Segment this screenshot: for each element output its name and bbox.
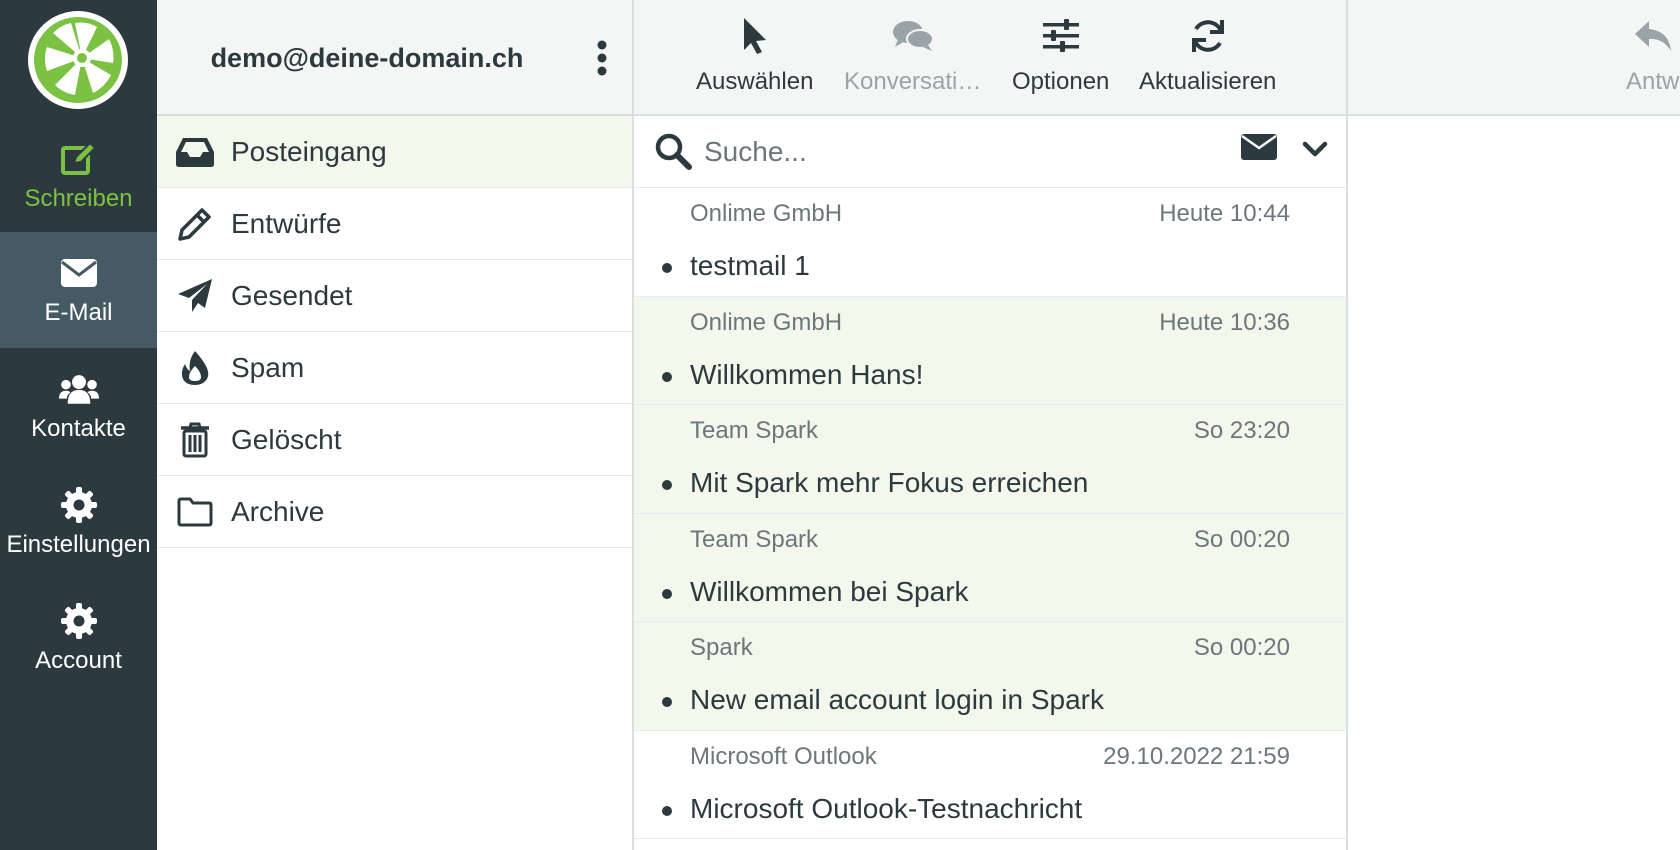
comments-icon <box>891 14 935 58</box>
folder-label: Spam <box>231 351 305 383</box>
options-label: Optionen <box>1012 68 1110 95</box>
folder-spam[interactable]: Spam <box>157 332 632 404</box>
select-button[interactable]: Auswählen <box>696 14 813 104</box>
message-row[interactable]: Onlime GmbH Heute 10:44 testmail 1 <box>634 188 1346 297</box>
envelope-icon[interactable] <box>1240 132 1282 172</box>
folder-sent[interactable]: Gesendet <box>157 260 632 332</box>
reply-button[interactable]: Antw <box>1626 14 1679 104</box>
message-sender: Spark <box>690 634 753 661</box>
message-sender: Onlime GmbH <box>690 308 843 336</box>
bullet-icon <box>662 480 672 490</box>
compose-icon <box>59 139 99 179</box>
search-bar <box>634 116 1346 188</box>
folder-list: Posteingang Entwürfe Gesendet Spam Gelös… <box>157 116 632 548</box>
folder-inbox[interactable]: Posteingang <box>157 116 632 188</box>
message-row[interactable]: Spark So 00:20 New email account login i… <box>634 622 1346 731</box>
search-icon <box>654 132 694 172</box>
folder-label: Archive <box>231 495 325 527</box>
message-subject: New email account login in Spark <box>690 684 1104 715</box>
conversations-label: Konversati… <box>844 68 982 95</box>
folder-label: Gelöscht <box>231 423 342 455</box>
pencil-icon <box>175 204 215 244</box>
conversations-button[interactable]: Konversati… <box>844 14 981 104</box>
fire-icon <box>175 348 215 388</box>
refresh-icon <box>1186 14 1230 58</box>
message-subject: Microsoft Outlook-Testnachricht <box>690 792 1083 824</box>
folder-label: Gesendet <box>231 279 353 311</box>
reading-toolbar: Antw <box>1348 0 1680 116</box>
nav-contacts-label: Kontakte <box>31 415 126 442</box>
refresh-label: Aktualisieren <box>1139 68 1277 95</box>
nav-compose[interactable]: Schreiben <box>0 118 157 234</box>
options-button[interactable]: Optionen <box>1012 14 1109 104</box>
envelope-icon <box>59 253 99 293</box>
message-sender: Onlime GmbH <box>690 200 843 227</box>
refresh-button[interactable]: Aktualisieren <box>1139 14 1276 104</box>
folder-trash[interactable]: Gelöscht <box>157 404 632 476</box>
nav-settings-label: Einstellungen <box>6 531 151 558</box>
folder-panel: demo@deine-domain.ch Posteingang Entwürf… <box>157 0 634 850</box>
message-date: So 00:20 <box>1193 634 1290 661</box>
nav-email[interactable]: E-Mail <box>0 232 157 348</box>
folder-label: Entwürfe <box>231 207 342 239</box>
more-options-icon[interactable] <box>590 38 614 78</box>
folder-icon <box>175 492 215 532</box>
message-sender: Team Spark <box>690 417 819 444</box>
message-subject: Willkommen Hans! <box>690 358 924 390</box>
folder-label: Posteingang <box>231 135 387 167</box>
message-row[interactable]: Onlime GmbH Heute 10:36 Willkommen Hans! <box>634 296 1346 405</box>
select-label: Auswählen <box>696 68 814 95</box>
message-row[interactable]: Team Spark So 00:20 Willkommen bei Spark <box>634 513 1346 622</box>
gear-icon <box>59 485 99 525</box>
message-sender: Microsoft Outlook <box>690 742 877 770</box>
trash-icon <box>175 420 215 460</box>
nav-email-label: E-Mail <box>44 299 113 326</box>
message-list-panel: Auswählen Konversati… Optionen Aktualisi… <box>634 0 1348 850</box>
message-sender: Team Spark <box>690 525 819 553</box>
nav-settings[interactable]: Einstellungen <box>0 464 157 580</box>
folder-drafts[interactable]: Entwürfe <box>157 188 632 260</box>
bullet-icon <box>662 805 672 816</box>
bullet-icon <box>662 697 672 707</box>
message-date: So 00:20 <box>1193 525 1290 553</box>
message-subject: testmail 1 <box>690 250 810 281</box>
account-header: demo@deine-domain.ch <box>157 0 632 116</box>
reply-icon <box>1631 14 1675 58</box>
sliders-icon <box>1039 14 1083 58</box>
list-toolbar: Auswählen Konversati… Optionen Aktualisi… <box>634 0 1346 116</box>
bullet-icon <box>662 263 672 273</box>
nav-account-label: Account <box>35 647 122 674</box>
message-date: Heute 10:36 <box>1159 308 1290 336</box>
app-logo[interactable] <box>25 9 131 112</box>
message-date: 29.10.2022 21:59 <box>1103 742 1290 770</box>
main-navigation: Schreiben E-Mail Kontakte Einstellungen … <box>0 0 157 850</box>
gear-icon <box>59 601 99 641</box>
message-subject: Mit Spark mehr Fokus erreichen <box>690 467 1089 498</box>
folder-archive[interactable]: Archive <box>157 476 632 548</box>
reply-label: Antw <box>1626 68 1680 95</box>
nav-contacts[interactable]: Kontakte <box>0 348 157 464</box>
message-date: Heute 10:44 <box>1159 200 1290 227</box>
reading-pane: Antw <box>1348 0 1680 850</box>
nav-account[interactable]: Account <box>0 580 157 696</box>
message-row[interactable]: Microsoft Outlook 29.10.2022 21:59 Micro… <box>634 731 1346 839</box>
inbox-icon <box>175 132 215 172</box>
bullet-icon <box>662 371 672 382</box>
search-input[interactable] <box>704 130 1224 174</box>
message-date: So 23:20 <box>1193 417 1290 444</box>
message-list: Onlime GmbH Heute 10:44 testmail 1 Onlim… <box>634 188 1346 839</box>
message-row[interactable]: Team Spark So 23:20 Mit Spark mehr Fokus… <box>634 405 1346 514</box>
paper-plane-icon <box>175 276 215 316</box>
account-email: demo@deine-domain.ch <box>210 42 524 73</box>
users-icon <box>58 369 99 409</box>
chevron-down-icon[interactable] <box>1302 136 1334 168</box>
cursor-icon <box>733 14 777 58</box>
nav-compose-label: Schreiben <box>24 185 133 212</box>
bullet-icon <box>662 588 672 599</box>
message-subject: Willkommen bei Spark <box>690 575 969 607</box>
